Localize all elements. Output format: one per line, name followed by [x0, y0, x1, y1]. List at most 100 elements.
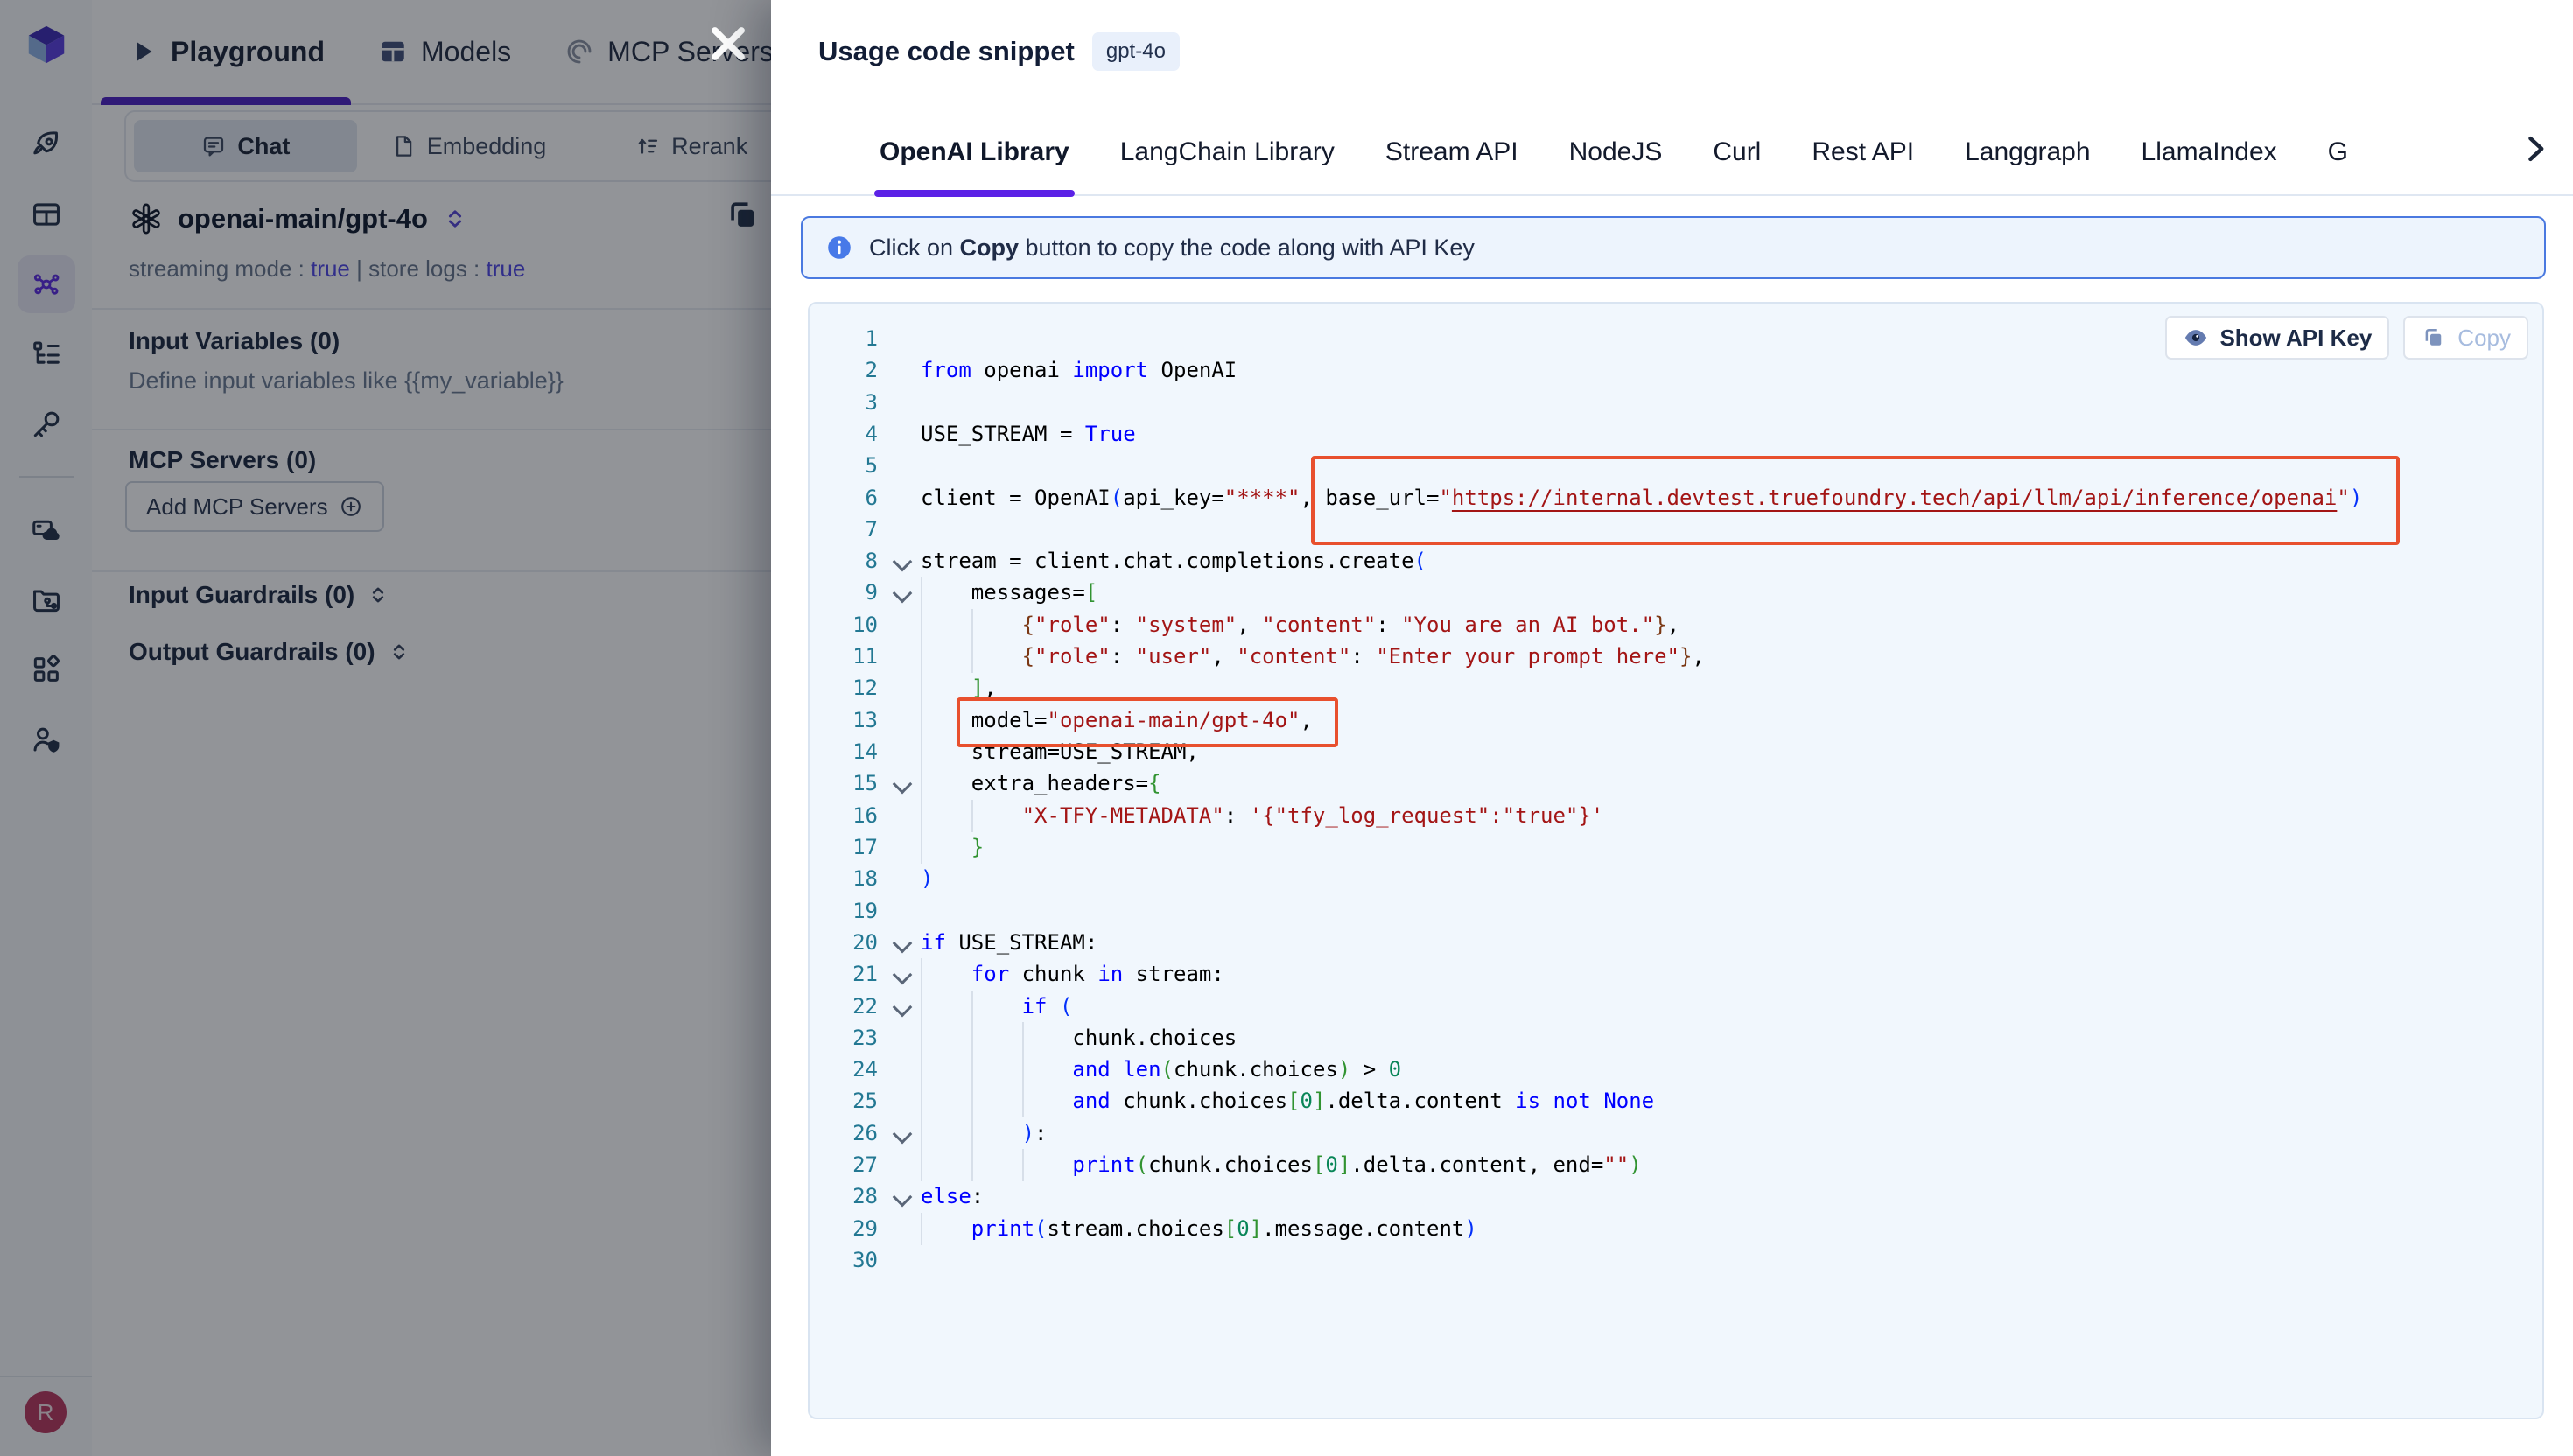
indent-guide: [1022, 1054, 1024, 1086]
snippet-tab-rest-api[interactable]: Rest API: [1812, 109, 1914, 195]
code-text: {"role": "user", "content": "Enter your …: [921, 640, 1705, 672]
fold-chevron-icon[interactable]: [893, 934, 913, 954]
active-tab-underline: [874, 190, 1075, 197]
snippet-tab-label: Langgraph: [1965, 137, 2090, 167]
line-number: 26: [810, 1117, 878, 1149]
snippet-tab-openai-library[interactable]: OpenAI Library: [880, 109, 1069, 195]
code-text: and len(chunk.choices) > 0: [921, 1054, 1401, 1085]
fold-chevron-icon[interactable]: [893, 1124, 913, 1144]
line-number: 19: [810, 895, 878, 927]
snippet-tab-langchain-library[interactable]: LangChain Library: [1120, 109, 1335, 195]
snippet-tab-llamaindex[interactable]: LlamaIndex: [2142, 109, 2277, 195]
code-text: if (: [921, 990, 1072, 1022]
info-icon: [825, 234, 853, 262]
line-number: 24: [810, 1054, 878, 1085]
line-number: 23: [810, 1022, 878, 1054]
snippet-tab-label: LangChain Library: [1120, 137, 1335, 167]
fold-chevron-icon[interactable]: [893, 584, 913, 604]
snippet-tab-label: Rest API: [1812, 137, 1914, 167]
line-number: 14: [810, 736, 878, 767]
code-line: 9 messages=[: [810, 577, 2542, 609]
indent-guide: [971, 1149, 973, 1181]
code-line: 23 chunk.choices: [810, 1022, 2542, 1054]
code-line: 18): [810, 863, 2542, 895]
fold-chevron-icon[interactable]: [893, 997, 913, 1017]
line-number: 7: [810, 514, 878, 545]
indent-guide: [921, 704, 922, 737]
code-line: 22 if (: [810, 990, 2542, 1023]
snippet-tab-label: Stream API: [1385, 137, 1518, 167]
code-text: from openai import OpenAI: [921, 354, 1237, 386]
copy-code-button[interactable]: Copy: [2403, 316, 2528, 360]
code-text: ): [921, 863, 933, 894]
line-number: 6: [810, 482, 878, 514]
code-actions: Show API Key Copy: [2165, 316, 2528, 360]
snippet-tab-nodejs[interactable]: NodeJS: [1569, 109, 1663, 195]
fold-chevron-icon[interactable]: [893, 774, 913, 794]
line-number: 25: [810, 1085, 878, 1116]
fold-chevron-icon[interactable]: [893, 965, 913, 985]
code-text: extra_headers={: [921, 767, 1161, 799]
tabs-scroll-right-icon[interactable]: [2515, 130, 2554, 168]
code-line: 30: [810, 1244, 2542, 1277]
code-line: 27 print(chunk.choices[0].delta.content,…: [810, 1149, 2542, 1181]
snippet-tab-curl[interactable]: Curl: [1713, 109, 1761, 195]
line-number: 27: [810, 1149, 878, 1180]
code-line: 25 and chunk.choices[0].delta.content is…: [810, 1085, 2542, 1117]
snippet-tab-stream-api[interactable]: Stream API: [1385, 109, 1518, 195]
code-line: 3: [810, 387, 2542, 419]
line-number: 28: [810, 1180, 878, 1212]
copy-info-banner: Click on Copy button to copy the code al…: [801, 216, 2546, 279]
indent-guide: [921, 990, 922, 1023]
usage-code-snippet-modal: Usage code snippet gpt-4o OpenAI Library…: [771, 0, 2573, 1456]
line-number: 8: [810, 545, 878, 577]
model-badge: gpt-4o: [1092, 32, 1180, 71]
code-text: and chunk.choices[0].delta.content is no…: [921, 1085, 1654, 1116]
close-icon[interactable]: [700, 16, 756, 72]
modal-title: Usage code snippet: [818, 36, 1075, 67]
indent-guide: [971, 990, 973, 1023]
line-number: 3: [810, 387, 878, 418]
code-block: Show API Key Copy 12 from openai import O…: [808, 302, 2544, 1419]
code-text: "X-TFY-METADATA": '{"tfy_log_request":"t…: [921, 800, 1603, 831]
indent-guide: [971, 609, 973, 641]
code-line: 19: [810, 895, 2542, 928]
line-number: 1: [810, 323, 878, 354]
code-text: }: [921, 831, 984, 863]
code-line: 4USE_STREAM = True: [810, 418, 2542, 451]
code-text: if USE_STREAM:: [921, 927, 1097, 958]
app-screen: R PlaygroundModelsMCP Servers ChatEmbedd…: [0, 0, 2573, 1456]
line-number: 16: [810, 800, 878, 831]
indent-guide: [921, 577, 922, 609]
base-url-highlight: [1311, 456, 2400, 545]
fold-chevron-icon[interactable]: [893, 1187, 913, 1208]
code-line: 24 and len(chunk.choices) > 0: [810, 1054, 2542, 1086]
indent-guide: [1022, 1085, 1024, 1117]
indent-guide: [971, 1054, 973, 1086]
line-number: 4: [810, 418, 878, 450]
snippet-tab-bar: OpenAI Library LangChain Library Stream AP…: [771, 110, 2573, 196]
line-number: 11: [810, 640, 878, 672]
snippet-tab-label: LlamaIndex: [2142, 137, 2277, 167]
indent-guide: [1022, 1149, 1024, 1181]
indent-guide: [971, 1022, 973, 1054]
code-text: messages=[: [921, 577, 1097, 608]
indent-guide: [971, 640, 973, 673]
indent-guide: [921, 831, 922, 864]
snippet-tab-g[interactable]: G: [2328, 109, 2348, 195]
indent-guide: [921, 640, 922, 673]
show-api-key-button[interactable]: Show API Key: [2165, 316, 2389, 360]
snippet-tab-label: NodeJS: [1569, 137, 1663, 167]
indent-guide: [921, 609, 922, 641]
fold-chevron-icon[interactable]: [893, 552, 913, 572]
line-number: 12: [810, 672, 878, 704]
line-number: 30: [810, 1244, 878, 1276]
code-line: 15 extra_headers={: [810, 767, 2542, 800]
code-line: 26 ):: [810, 1117, 2542, 1150]
model-highlight: [957, 697, 1338, 747]
indent-guide: [921, 1149, 922, 1181]
indent-guide: [971, 1117, 973, 1150]
snippet-tab-langgraph[interactable]: Langgraph: [1965, 109, 2090, 195]
modal-backdrop: [0, 0, 771, 1456]
line-number: 13: [810, 704, 878, 736]
